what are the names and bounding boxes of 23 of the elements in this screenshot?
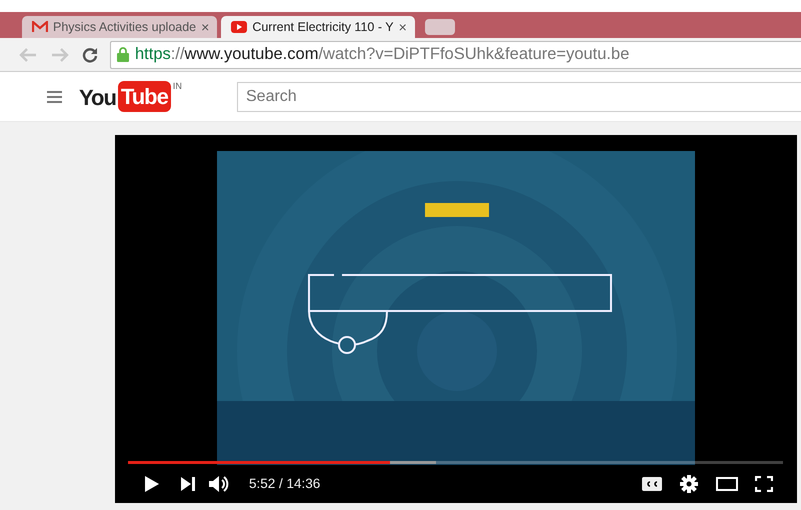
reload-icon[interactable] — [82, 46, 98, 62]
volume-icon[interactable] — [209, 474, 229, 492]
menu-icon[interactable] — [47, 90, 62, 102]
settings-icon[interactable] — [680, 474, 698, 492]
logo-badge[interactable]: Tube — [118, 81, 171, 112]
lock-icon — [117, 47, 129, 62]
theater-mode-icon[interactable] — [716, 476, 738, 490]
region-label: IN — [172, 81, 182, 91]
play-icon[interactable] — [145, 476, 159, 492]
fullscreen-icon[interactable] — [755, 476, 773, 492]
browser-tab[interactable]: Physics Activities uploade × — [22, 16, 218, 38]
new-tab-button[interactable] — [424, 19, 455, 35]
mail-icon — [32, 21, 48, 33]
browser-tab[interactable]: Current Electricity 110 - Y × — [221, 16, 415, 38]
play-logo-icon — [231, 21, 248, 33]
captions-icon[interactable] — [642, 476, 662, 490]
address-bar[interactable]: https://www.youtube.com/watch?v=DiPTFfoSUhk&feature=youtu.be — [110, 40, 801, 68]
time-display: 5:52 / 14:36 — [249, 476, 322, 491]
logo-text[interactable]: You — [79, 81, 116, 111]
close-tab-button[interactable]: × — [398, 19, 407, 35]
next-icon[interactable] — [181, 476, 195, 490]
close-tab-button[interactable]: × — [201, 19, 210, 35]
search-field[interactable]: Search — [237, 82, 801, 112]
